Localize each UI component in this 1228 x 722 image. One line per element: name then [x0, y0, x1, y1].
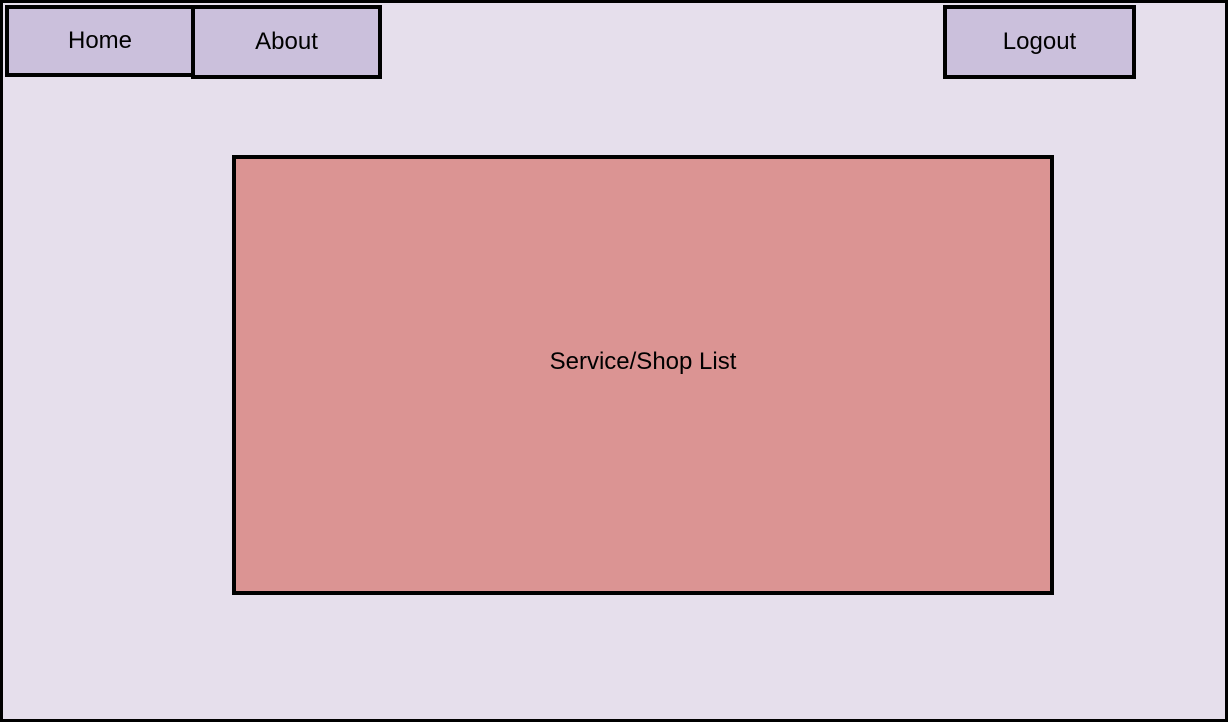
service-shop-list-panel: Service/Shop List — [232, 155, 1054, 595]
home-button-label: Home — [67, 27, 133, 54]
service-shop-list-label: Service/Shop List — [549, 348, 737, 375]
logout-button[interactable]: Logout — [943, 5, 1136, 79]
app-frame: Home About Logout Service/Shop List — [0, 0, 1228, 722]
home-button[interactable]: Home — [5, 5, 195, 77]
about-button[interactable]: About — [191, 5, 382, 79]
about-button-label: About — [255, 28, 318, 55]
logout-button-label: Logout — [1002, 28, 1077, 55]
